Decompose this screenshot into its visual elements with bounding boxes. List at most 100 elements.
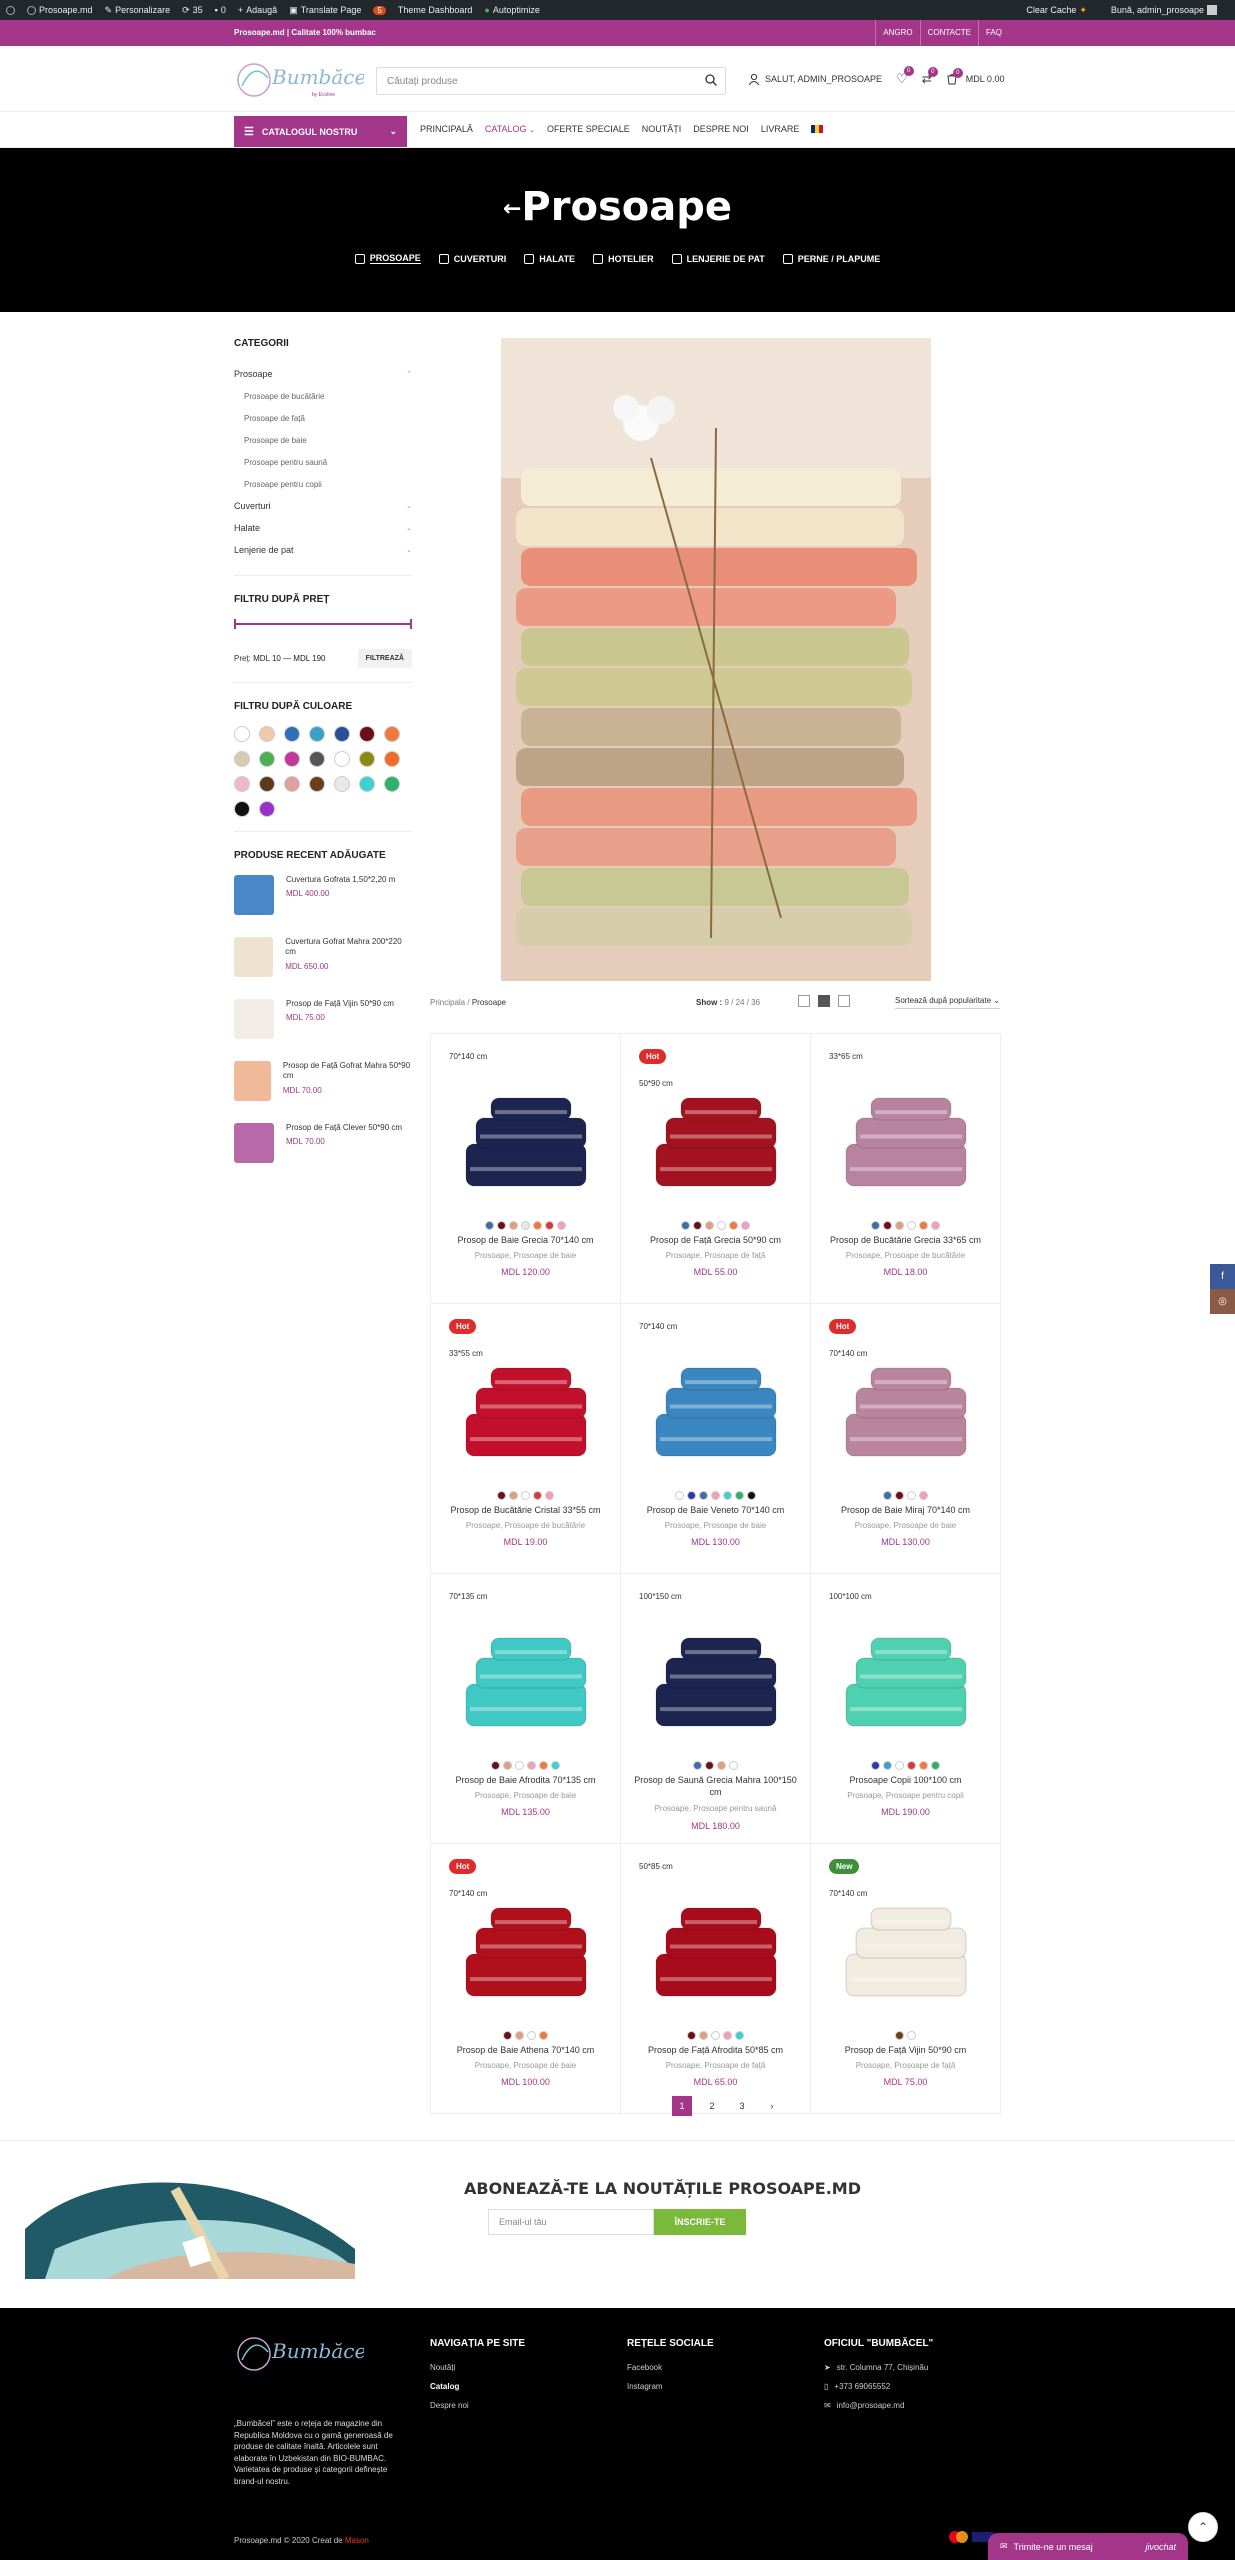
hero-cat-perne[interactable]: PERNE / PLAPUME	[782, 253, 880, 264]
color-option[interactable]	[729, 1221, 738, 1230]
nav-item-principala[interactable]: PRINCIPALĂ	[420, 124, 473, 134]
color-option[interactable]	[735, 1491, 744, 1500]
color-option[interactable]	[871, 1761, 880, 1770]
color-option[interactable]	[919, 1761, 928, 1770]
footer-link-facebook[interactable]: Facebook	[627, 2363, 714, 2372]
top-link-contacte[interactable]: CONTACTE	[919, 20, 978, 46]
color-option[interactable]	[717, 1221, 726, 1230]
color-option[interactable]	[539, 2031, 548, 2040]
admin-autoptimize-link[interactable]: ● Autoptimize	[484, 5, 539, 15]
color-option[interactable]	[717, 1761, 726, 1770]
color-option[interactable]	[723, 2031, 732, 2040]
breadcrumb-home[interactable]: Principala	[430, 998, 465, 1007]
wishlist-link[interactable]: ♡ 0	[896, 66, 914, 87]
product-image[interactable]	[456, 1884, 596, 2014]
color-swatch[interactable]	[309, 776, 325, 792]
color-option[interactable]	[503, 2031, 512, 2040]
color-option[interactable]	[675, 1491, 684, 1500]
color-swatch[interactable]	[234, 751, 250, 767]
color-option[interactable]	[497, 1491, 506, 1500]
color-option[interactable]	[735, 2031, 744, 2040]
filter-button[interactable]: FILTREAZĂ	[357, 649, 412, 668]
product-title[interactable]: Prosop de Bucătărie Grecia 33*65 cm	[817, 1235, 994, 1247]
product-title[interactable]: Prosop de Baie Athena 70*140 cm	[437, 2045, 614, 2057]
footer-link-catalog[interactable]: Catalog	[430, 2382, 525, 2391]
recent-product-item[interactable]: Prosop de Față Gofrat Mahra 50*90 cm MDL …	[234, 1061, 412, 1123]
product-title[interactable]: Prosop de Baie Grecia 70*140 cm	[437, 1235, 614, 1247]
product-image[interactable]	[456, 1344, 596, 1474]
color-option[interactable]	[515, 1761, 524, 1770]
color-option[interactable]	[545, 1221, 554, 1230]
color-option[interactable]	[907, 1221, 916, 1230]
chevron-down-icon[interactable]: ⌄	[406, 502, 412, 510]
footer-logo[interactable]: Bumbăcel	[234, 2330, 364, 2380]
footer-phone[interactable]: ▯ +373 69065552	[824, 2382, 933, 2391]
search-icon[interactable]	[705, 74, 717, 86]
product-image[interactable]	[456, 1614, 596, 1744]
color-swatch[interactable]	[284, 751, 300, 767]
color-swatch[interactable]	[259, 801, 275, 817]
color-option[interactable]	[515, 2031, 524, 2040]
search-input[interactable]: Căutați produse	[376, 67, 726, 95]
product-title[interactable]: Prosop de Baie Miraj 70*140 cm	[817, 1505, 994, 1517]
product-title[interactable]: Prosop de Față Afrodita 50*85 cm	[627, 2045, 804, 2057]
admin-notifications-badge[interactable]: 5	[373, 5, 386, 15]
color-option[interactable]	[533, 1491, 542, 1500]
pagination-page[interactable]: 2	[702, 2096, 722, 2116]
wp-logo-icon[interactable]	[6, 5, 15, 15]
facebook-icon[interactable]: f	[1210, 1264, 1235, 1289]
color-option[interactable]	[687, 1491, 696, 1500]
product-thumbnail[interactable]	[234, 937, 274, 977]
color-option[interactable]	[907, 1761, 916, 1770]
product-card[interactable]: 100*100 cm Prosoape Copii 100*100 cm Proso…	[811, 1574, 1001, 1844]
color-swatch[interactable]	[284, 726, 300, 742]
back-arrow-icon[interactable]: ←	[503, 197, 521, 222]
color-swatch[interactable]	[309, 751, 325, 767]
hero-cat-hotelier[interactable]: HOTELIER	[593, 253, 654, 264]
product-thumbnail[interactable]	[234, 1123, 274, 1163]
color-option[interactable]	[747, 1491, 756, 1500]
color-swatch[interactable]	[309, 726, 325, 742]
color-swatch[interactable]	[234, 776, 250, 792]
pagination-page[interactable]: 3	[732, 2096, 752, 2116]
product-image[interactable]	[456, 1074, 596, 1204]
product-image[interactable]	[646, 1074, 786, 1204]
color-option[interactable]	[533, 1221, 542, 1230]
color-option[interactable]	[907, 2031, 916, 2040]
sort-dropdown[interactable]: Sortează după popularitate ⌄	[894, 996, 1000, 1009]
color-swatch[interactable]	[234, 726, 250, 742]
product-card[interactable]: Hot 50*90 cm Prosop de Față Grecia 50*90 c…	[621, 1034, 811, 1304]
newsletter-email-input[interactable]: Email-ul tău	[488, 2209, 654, 2235]
language-flag-icon[interactable]	[811, 125, 824, 133]
product-image[interactable]	[646, 1884, 786, 2014]
chevron-up-icon[interactable]: ⌃	[406, 370, 412, 378]
account-link[interactable]: SALUT, ADMIN_PROSOAPE	[748, 73, 882, 85]
color-option[interactable]	[497, 1221, 506, 1230]
product-title[interactable]: Prosop de Față Vijin 50*90 cm	[817, 2045, 994, 2057]
color-swatch[interactable]	[259, 776, 275, 792]
chevron-down-icon[interactable]: ⌄	[406, 524, 412, 532]
product-title[interactable]: Prosoape Copii 100*100 cm	[817, 1775, 994, 1787]
product-card[interactable]: Hot 70*140 cm Prosop de Baie Athena 70*140…	[431, 1844, 621, 2114]
category-item[interactable]: Prosoape ⌃	[234, 363, 412, 385]
instagram-icon[interactable]: ◎	[1210, 1289, 1235, 1314]
admin-theme-dashboard-link[interactable]: Theme Dashboard	[398, 5, 473, 15]
color-option[interactable]	[699, 1491, 708, 1500]
color-swatch[interactable]	[384, 751, 400, 767]
color-swatch[interactable]	[359, 726, 375, 742]
color-option[interactable]	[551, 1761, 560, 1770]
product-title[interactable]: Prosop de Față Grecia 50*90 cm	[627, 1235, 804, 1247]
color-option[interactable]	[485, 1221, 494, 1230]
price-slider-min-handle[interactable]	[234, 619, 236, 629]
color-option[interactable]	[919, 1221, 928, 1230]
color-option[interactable]	[491, 1761, 500, 1770]
footer-link-noutati[interactable]: Noutăți	[430, 2363, 525, 2372]
color-option[interactable]	[693, 1221, 702, 1230]
recent-product-item[interactable]: Prosop de Față Clever 50*90 cm MDL 70.00	[234, 1123, 412, 1185]
color-swatch[interactable]	[234, 801, 250, 817]
admin-updates-link[interactable]: ⟳ 35	[182, 5, 203, 16]
color-option[interactable]	[509, 1491, 518, 1500]
color-option[interactable]	[503, 1761, 512, 1770]
pagination-page[interactable]: 1	[672, 2096, 692, 2116]
product-card[interactable]: 100*150 cm Prosop de Saună Grecia Mahra 1…	[621, 1574, 811, 1844]
